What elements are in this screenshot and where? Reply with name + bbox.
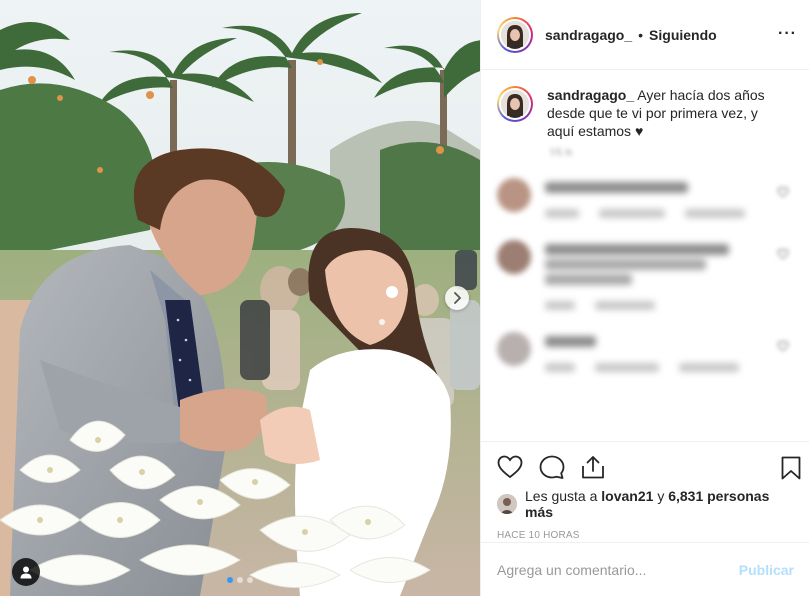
action-bar xyxy=(481,442,809,492)
blurred-meta[interactable] xyxy=(595,301,655,310)
blurred-text-line xyxy=(545,182,688,193)
comment-input[interactable] xyxy=(497,561,739,578)
share-icon xyxy=(582,456,604,479)
post-photo[interactable] xyxy=(0,0,480,596)
chevron-right-icon xyxy=(454,292,461,304)
caption-username[interactable]: sandragago_ xyxy=(547,87,634,103)
heart-emoji: ♥ xyxy=(634,123,644,139)
wedding-photo xyxy=(0,0,480,596)
like-button[interactable] xyxy=(497,455,523,479)
liker-avatar[interactable] xyxy=(497,494,517,514)
comment-meta xyxy=(545,363,775,372)
blurred-meta[interactable] xyxy=(545,301,575,310)
comment-text-blurred xyxy=(545,332,775,372)
blurred-text-line xyxy=(545,274,633,285)
carousel-dot xyxy=(227,577,233,583)
blurred-meta[interactable] xyxy=(599,209,665,218)
comment-like-heart-icon[interactable] xyxy=(777,248,789,260)
carousel-next-button[interactable] xyxy=(445,286,469,310)
carousel-dot xyxy=(237,577,243,583)
comment-text-blurred xyxy=(545,240,775,310)
commenter-avatar[interactable] xyxy=(497,178,531,212)
blurred-meta[interactable] xyxy=(685,209,745,218)
comments-list: sandragago_ Ayer hacía dos años desde qu… xyxy=(481,70,809,442)
blurred-text-line xyxy=(545,244,729,255)
blurred-meta[interactable] xyxy=(679,363,739,372)
commenter-avatar[interactable] xyxy=(497,332,531,366)
avatar[interactable] xyxy=(497,16,533,53)
comment-text-blurred xyxy=(545,178,775,218)
blurred-text-line xyxy=(545,259,706,270)
caption-text: sandragago_ Ayer hacía dos años desde qu… xyxy=(547,86,787,140)
post-header: sandragago_ • Siguiendo ··· xyxy=(481,0,809,70)
comment-item xyxy=(497,332,793,372)
caption: sandragago_ Ayer hacía dos años desde qu… xyxy=(497,86,793,140)
caption-avatar[interactable] xyxy=(497,86,533,122)
comment-like-heart-icon[interactable] xyxy=(777,340,789,352)
publish-button[interactable]: Publicar xyxy=(739,562,794,578)
comment-button[interactable] xyxy=(539,455,565,479)
blurred-meta[interactable] xyxy=(545,209,579,218)
comment-meta xyxy=(545,209,775,218)
likes-summary: Les gusta a lovan21 y 6,831 personas más xyxy=(481,488,809,520)
blurred-meta[interactable] xyxy=(545,363,575,372)
more-options-icon[interactable]: ··· xyxy=(778,26,797,42)
comment-meta xyxy=(545,301,775,310)
post-timestamp[interactable]: HACE 10 HORAS xyxy=(481,530,809,541)
share-button[interactable] xyxy=(581,455,605,479)
liker-photo xyxy=(497,494,517,514)
carousel-dot xyxy=(247,577,253,583)
speech-bubble-icon xyxy=(539,455,565,479)
blurred-text-line xyxy=(545,336,596,347)
profile-photo xyxy=(501,20,529,49)
heart-icon xyxy=(497,455,523,479)
separator: • xyxy=(638,26,644,43)
following-button[interactable]: Siguiendo xyxy=(649,27,717,43)
bookmark-icon xyxy=(781,456,801,480)
likes-text: Les gusta a lovan21 y 6,831 personas más xyxy=(525,488,793,520)
carousel-indicator xyxy=(0,577,480,583)
blurred-meta[interactable] xyxy=(595,363,659,372)
profile-photo xyxy=(501,90,529,118)
caption-timestamp: 15 h xyxy=(549,146,573,156)
comment-item xyxy=(497,178,793,218)
header-username[interactable]: sandragago_ xyxy=(545,27,632,43)
add-comment-form: Publicar xyxy=(481,542,809,596)
commenter-avatar[interactable] xyxy=(497,240,531,274)
comment-item xyxy=(497,240,793,310)
comment-like-heart-icon[interactable] xyxy=(777,186,789,198)
save-button[interactable] xyxy=(781,456,801,480)
post-details-panel: sandragago_ • Siguiendo ··· sandragago_ … xyxy=(480,0,809,596)
